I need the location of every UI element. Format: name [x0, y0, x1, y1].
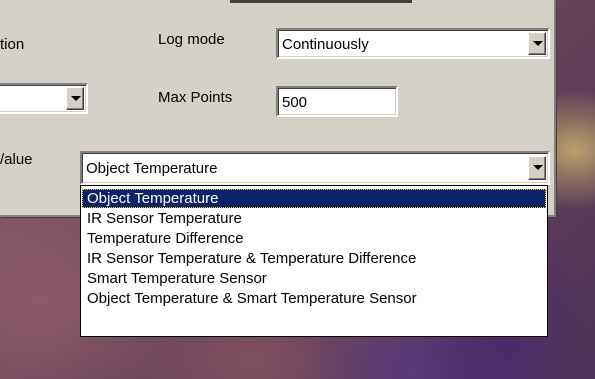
max-points-label: Max Points — [158, 89, 233, 106]
list-item-ir-and-difference[interactable]: IR Sensor Temperature & Temperature Diff… — [82, 249, 546, 268]
list-item-object-temperature[interactable]: Object Temperature — [82, 189, 546, 208]
value-options-list: Object Temperature IR Sensor Temperature… — [80, 185, 548, 337]
list-item-ir-sensor-temperature[interactable]: IR Sensor Temperature — [82, 209, 546, 228]
value-select[interactable]: Object Temperature — [80, 151, 550, 185]
option-label: tion — [0, 36, 25, 53]
value-select-value: Object Temperature — [86, 160, 218, 177]
chevron-down-icon — [533, 41, 543, 46]
chevron-down-icon — [533, 165, 543, 170]
list-item-smart-temperature-sensor[interactable]: Smart Temperature Sensor — [82, 269, 546, 288]
log-mode-label: Log mode — [158, 31, 225, 48]
value-dropdown-button[interactable] — [528, 156, 546, 180]
left-select[interactable] — [0, 83, 88, 114]
dialog-top-edge — [230, 0, 412, 3]
max-points-input[interactable]: 500 — [276, 86, 398, 117]
value-label: /alue — [0, 151, 33, 168]
log-mode-value: Continuously — [282, 36, 369, 53]
left-dropdown-button[interactable] — [66, 87, 84, 110]
max-points-value: 500 — [282, 94, 308, 111]
log-mode-dropdown-button[interactable] — [528, 32, 546, 55]
chevron-down-icon — [71, 96, 81, 101]
list-item-object-and-smart-sensor[interactable]: Object Temperature & Smart Temperature S… — [82, 289, 546, 308]
list-item-temperature-difference[interactable]: Temperature Difference — [82, 229, 546, 248]
log-mode-select[interactable]: Continuously — [276, 28, 550, 59]
